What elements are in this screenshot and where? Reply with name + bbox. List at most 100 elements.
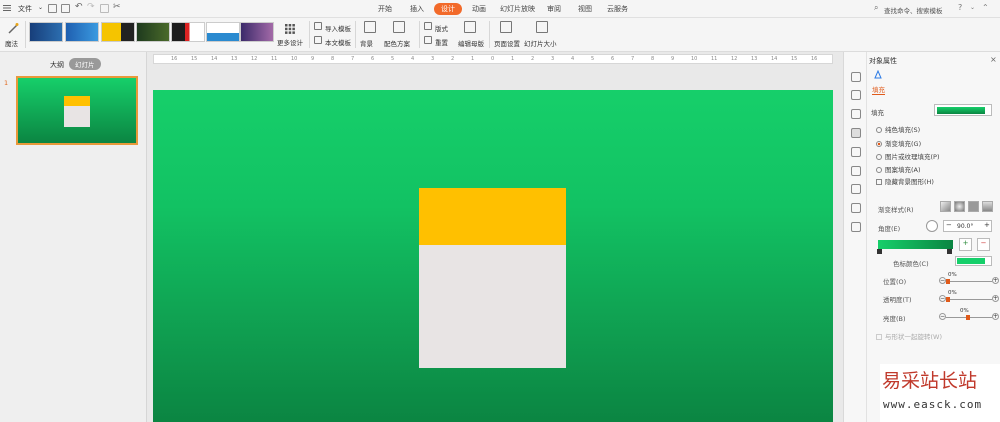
reset-button[interactable]: 重置 bbox=[435, 37, 448, 47]
minus-icon[interactable]: − bbox=[939, 313, 946, 320]
copy-style-icon[interactable] bbox=[851, 90, 861, 100]
brightness-slider[interactable] bbox=[946, 315, 992, 320]
redo-icon[interactable]: ↷ bbox=[87, 2, 95, 12]
design-template-thumb[interactable] bbox=[101, 22, 135, 42]
tab-slides[interactable]: 幻灯片 bbox=[69, 58, 101, 70]
undo-icon[interactable]: ↶ bbox=[75, 2, 83, 12]
linear-gradient-icon[interactable] bbox=[940, 201, 951, 212]
tab-view[interactable]: 视图 bbox=[574, 3, 596, 15]
rect-gradient-icon[interactable] bbox=[968, 201, 979, 212]
ruler-tick: 6 bbox=[371, 56, 375, 62]
gradient-style-label: 渐变样式(R) bbox=[878, 206, 914, 214]
tab-fill[interactable]: 填充 bbox=[872, 84, 885, 95]
plus-icon[interactable]: + bbox=[992, 295, 999, 302]
design-template-thumb[interactable] bbox=[240, 22, 274, 42]
history-icon[interactable] bbox=[851, 184, 861, 194]
save-icon[interactable] bbox=[48, 4, 57, 13]
gray-card-shape[interactable] bbox=[419, 245, 566, 368]
edit-master-button[interactable]: 编辑母版 bbox=[458, 38, 484, 48]
design-template-thumb[interactable] bbox=[65, 22, 99, 42]
tab-slideshow[interactable]: 幻灯片放映 bbox=[496, 3, 539, 15]
option-solid-fill[interactable]: 纯色填充(S) bbox=[876, 124, 920, 134]
tab-outline[interactable]: 大纲 bbox=[50, 60, 64, 70]
slide-canvas[interactable] bbox=[153, 90, 833, 422]
option-picture-fill[interactable]: 图片或纹理填充(P) bbox=[876, 151, 940, 161]
background-button[interactable]: 背景 bbox=[360, 38, 373, 48]
tab-design[interactable]: 设计 bbox=[434, 3, 462, 15]
fill-color-dropdown[interactable] bbox=[934, 104, 992, 116]
share-icon[interactable] bbox=[851, 166, 861, 176]
page-setup-button[interactable]: 页面设置 bbox=[494, 38, 520, 48]
stop-color-dropdown[interactable] bbox=[955, 256, 992, 266]
tab-review[interactable]: 审阅 bbox=[543, 3, 565, 15]
add-stop-icon[interactable]: + bbox=[959, 238, 972, 251]
file-menu[interactable]: 文件 bbox=[18, 4, 32, 14]
angle-dial[interactable] bbox=[926, 220, 938, 232]
plus-icon[interactable]: + bbox=[992, 277, 999, 284]
command-search[interactable]: 查找命令、搜索模板 bbox=[884, 5, 943, 15]
chevron-down-icon[interactable]: ⌄ bbox=[38, 4, 43, 11]
text-template-button[interactable]: 本文模板 bbox=[325, 37, 351, 47]
tab-animation[interactable]: 动画 bbox=[468, 3, 490, 15]
shape-icon[interactable] bbox=[851, 72, 861, 82]
design-template-thumb[interactable] bbox=[136, 22, 170, 42]
more-designs-button[interactable]: 更多设计 bbox=[277, 37, 303, 47]
tab-cloud[interactable]: 云服务 bbox=[603, 3, 632, 15]
option-pattern-fill[interactable]: 图案填充(A) bbox=[876, 164, 921, 174]
radial-gradient-icon[interactable] bbox=[954, 201, 965, 212]
import-template-button[interactable]: 导入模板 bbox=[325, 23, 351, 33]
position-slider[interactable] bbox=[946, 279, 992, 284]
text-template-icon bbox=[314, 36, 322, 44]
menu-icon[interactable] bbox=[3, 4, 11, 12]
ruler-tick: 11 bbox=[711, 56, 718, 62]
star-icon[interactable] bbox=[851, 147, 861, 157]
print-icon[interactable] bbox=[61, 4, 70, 13]
properties-icon[interactable] bbox=[851, 128, 861, 138]
delete-stop-icon[interactable]: − bbox=[977, 238, 990, 251]
gradient-stop-end[interactable] bbox=[947, 249, 952, 254]
color-scheme-button[interactable]: 配色方案 bbox=[384, 38, 410, 48]
rotate-with-shape-checkbox[interactable]: 与形状一起旋转(W) bbox=[876, 331, 942, 341]
help-icon[interactable] bbox=[851, 203, 861, 213]
design-template-thumb[interactable] bbox=[171, 22, 205, 42]
gradient-stop-start[interactable] bbox=[877, 249, 882, 254]
option-gradient-fill[interactable]: 渐变填充(G) bbox=[876, 138, 921, 148]
plus-icon[interactable]: + bbox=[992, 313, 999, 320]
plus-icon[interactable]: + bbox=[984, 221, 990, 229]
transparency-label: 透明度(T) bbox=[883, 296, 912, 304]
tab-insert[interactable]: 插入 bbox=[406, 3, 428, 15]
design-template-thumb[interactable] bbox=[29, 22, 63, 42]
ruler-tick: 14 bbox=[211, 56, 218, 62]
layout-button[interactable]: 版式 bbox=[435, 23, 448, 33]
apps-icon[interactable] bbox=[851, 222, 861, 232]
minus-icon[interactable]: − bbox=[946, 221, 952, 229]
chevron-down-icon[interactable]: ⌄ bbox=[970, 4, 975, 11]
ruler-tick: 12 bbox=[251, 56, 258, 62]
slide-thumbnail[interactable] bbox=[16, 76, 138, 145]
copy-icon[interactable] bbox=[100, 4, 109, 13]
path-gradient-icon[interactable] bbox=[982, 201, 993, 212]
object-icon[interactable] bbox=[851, 109, 861, 119]
tab-home[interactable]: 开始 bbox=[374, 3, 396, 15]
help-icon[interactable]: ? bbox=[958, 3, 962, 12]
watermark-url: www.easck.com bbox=[883, 398, 983, 411]
magic-wand-icon[interactable] bbox=[7, 22, 19, 36]
angle-stepper[interactable]: − 90.0° + bbox=[943, 220, 992, 232]
hide-background-checkbox[interactable]: 隐藏背景图形(H) bbox=[876, 176, 934, 186]
yellow-header-shape[interactable] bbox=[419, 188, 566, 245]
minus-icon[interactable]: − bbox=[939, 295, 946, 302]
watermark: 易采站长站 www.easck.com bbox=[880, 364, 1000, 422]
transparency-slider[interactable] bbox=[946, 297, 992, 302]
minus-icon[interactable]: − bbox=[939, 277, 946, 284]
close-icon[interactable]: × bbox=[990, 55, 997, 64]
magic-button[interactable]: 魔法 bbox=[5, 38, 18, 48]
ruler-tick: 6 bbox=[611, 56, 615, 62]
gradient-bar[interactable] bbox=[878, 240, 953, 249]
angle-value[interactable]: 90.0° bbox=[957, 223, 973, 230]
fill-section-label: 填充 bbox=[871, 109, 884, 117]
format-painter-icon[interactable]: ✂ bbox=[113, 2, 121, 12]
design-template-thumb[interactable] bbox=[206, 22, 240, 42]
slide-size-button[interactable]: 幻灯片大小 bbox=[524, 38, 557, 48]
collapse-ribbon-icon[interactable]: ⌃ bbox=[982, 3, 989, 12]
ruler-tick: 7 bbox=[631, 56, 635, 62]
